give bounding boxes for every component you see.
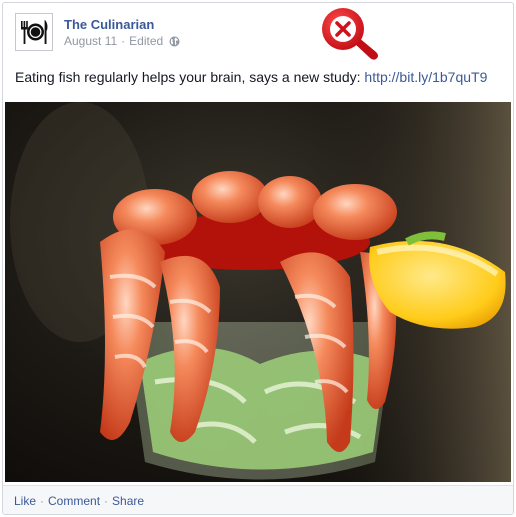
close-icon[interactable]	[318, 5, 390, 61]
edited-label[interactable]: Edited	[129, 34, 163, 48]
post-actions-bar: Like · Comment · Share	[3, 485, 513, 514]
comment-link[interactable]: Comment	[48, 494, 100, 508]
meta-separator: ·	[121, 34, 126, 48]
post-link[interactable]: http://bit.ly/1b7quT9	[364, 69, 487, 85]
share-link[interactable]: Share	[112, 494, 144, 508]
actions-separator: ·	[104, 494, 109, 508]
actions-separator: ·	[40, 494, 45, 508]
post-meta: August 11 · Edited	[64, 34, 180, 48]
post-date[interactable]: August 11	[64, 34, 117, 48]
post-card: The Culinarian August 11 · Edited Eating…	[2, 2, 514, 515]
page-name-link[interactable]: The Culinarian	[64, 17, 154, 32]
plate-fork-knife-icon	[16, 14, 52, 50]
like-link[interactable]: Like	[14, 494, 36, 508]
post-message-text: Eating fish regularly helps your brain, …	[15, 69, 365, 85]
post-message: Eating fish regularly helps your brain, …	[15, 69, 487, 85]
page-avatar[interactable]	[15, 13, 53, 51]
post-photo[interactable]	[5, 102, 511, 482]
post-header: The Culinarian August 11 · Edited	[3, 3, 513, 63]
globe-icon[interactable]	[169, 36, 180, 47]
